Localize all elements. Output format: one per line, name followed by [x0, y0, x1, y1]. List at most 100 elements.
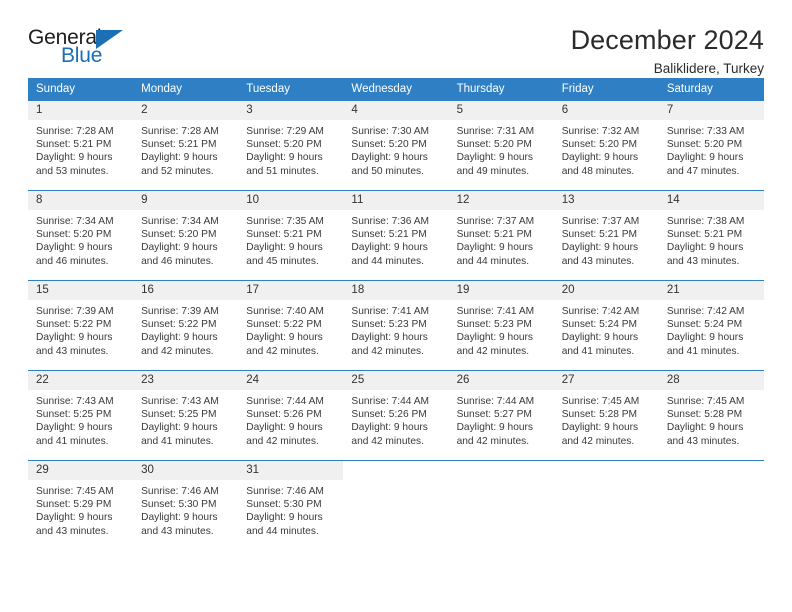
- weekday-header-wednesday: Wednesday: [343, 78, 449, 101]
- calendar-week-row: 22 Sunrise: 7:43 AM Sunset: 5:25 PM Dayligh…: [28, 370, 764, 461]
- day-details: Sunrise: 7:37 AM Sunset: 5:21 PM Daylight:…: [449, 210, 554, 268]
- daylight-line1-text: Daylight: 9 hours: [141, 512, 218, 524]
- daylight-line2-text: and 43 minutes.: [141, 525, 214, 537]
- daylight-line1-text: Daylight: 9 hours: [141, 332, 218, 344]
- calendar-day-cell[interactable]: 31 Sunrise: 7:46 AM Sunset: 5:30 PM Dayligh…: [238, 460, 344, 551]
- sunset-text: Sunset: 5:21 PM: [666, 229, 743, 241]
- weekday-header-monday: Monday: [133, 78, 239, 101]
- daylight-line1-text: Daylight: 9 hours: [666, 332, 744, 344]
- sunrise-text: Sunrise: 7:46 AM: [141, 486, 219, 497]
- daylight-line2-text: and 45 minutes.: [246, 255, 319, 267]
- calendar-day-cell[interactable]: 20 Sunrise: 7:42 AM Sunset: 5:24 PM Dayligh…: [553, 280, 659, 371]
- page-header: General Blue December 2024 Baliklidere, …: [28, 0, 764, 75]
- sunrise-text: Sunrise: 7:39 AM: [141, 306, 219, 317]
- calendar-day-cell[interactable]: 9 Sunrise: 7:34 AM Sunset: 5:20 PM Daylight…: [133, 190, 239, 281]
- calendar-day-cell[interactable]: 22 Sunrise: 7:43 AM Sunset: 5:25 PM Dayligh…: [28, 370, 134, 461]
- sunset-text: Sunset: 5:27 PM: [456, 409, 532, 421]
- daylight-line2-text: and 42 minutes.: [561, 435, 635, 447]
- sunrise-text: Sunrise: 7:30 AM: [351, 126, 430, 137]
- sunrise-text: Sunrise: 7:42 AM: [666, 306, 745, 317]
- daylight-line1-text: Daylight: 9 hours: [246, 422, 323, 434]
- day-number: 21: [658, 281, 764, 300]
- page-title: December 2024: [570, 25, 764, 55]
- day-details: Sunrise: 7:41 AM Sunset: 5:23 PM Daylight:…: [343, 300, 448, 358]
- calendar-day-cell[interactable]: 30 Sunrise: 7:46 AM Sunset: 5:30 PM Dayligh…: [133, 460, 239, 551]
- calendar-day-cell[interactable]: 14 Sunrise: 7:38 AM Sunset: 5:21 PM Dayligh…: [658, 190, 764, 281]
- daylight-line1-text: Daylight: 9 hours: [246, 512, 323, 524]
- calendar-day-cell[interactable]: 2 Sunrise: 7:28 AM Sunset: 5:21 PM Daylight…: [133, 100, 239, 191]
- daylight-line2-text: and 48 minutes.: [561, 165, 635, 177]
- calendar-day-cell[interactable]: 4 Sunrise: 7:30 AM Sunset: 5:20 PM Daylight…: [343, 100, 449, 191]
- sunset-text: Sunset: 5:28 PM: [561, 409, 638, 421]
- day-details: Sunrise: 7:30 AM Sunset: 5:20 PM Daylight:…: [343, 120, 448, 178]
- sunset-text: Sunset: 5:21 PM: [351, 229, 427, 241]
- day-number: [448, 461, 554, 480]
- calendar-day-cell[interactable]: 19 Sunrise: 7:41 AM Sunset: 5:23 PM Dayligh…: [448, 280, 554, 371]
- sunset-text: Sunset: 5:23 PM: [456, 319, 532, 331]
- calendar-day-cell[interactable]: 16 Sunrise: 7:39 AM Sunset: 5:22 PM Dayligh…: [133, 280, 239, 371]
- title-block: December 2024 Baliklidere, Turkey: [570, 25, 764, 77]
- daylight-line2-text: and 42 minutes.: [351, 435, 424, 447]
- calendar-day-cell[interactable]: 3 Sunrise: 7:29 AM Sunset: 5:20 PM Daylight…: [238, 100, 344, 191]
- daylight-line1-text: Daylight: 9 hours: [351, 242, 428, 254]
- day-number: 29: [28, 461, 134, 480]
- sunrise-sunset-calendar: Sunday Monday Tuesday Wednesday Thursday…: [28, 78, 764, 551]
- day-details: Sunrise: 7:39 AM Sunset: 5:22 PM Daylight:…: [28, 300, 133, 358]
- calendar-day-cell[interactable]: 17 Sunrise: 7:40 AM Sunset: 5:22 PM Dayligh…: [238, 280, 344, 371]
- daylight-line2-text: and 43 minutes.: [36, 525, 109, 537]
- calendar-day-cell[interactable]: 18 Sunrise: 7:41 AM Sunset: 5:23 PM Dayligh…: [343, 280, 449, 371]
- calendar-day-cell[interactable]: 7 Sunrise: 7:33 AM Sunset: 5:20 PM Daylight…: [658, 100, 764, 191]
- daylight-line2-text: and 44 minutes.: [246, 525, 319, 537]
- calendar-day-cell[interactable]: 13 Sunrise: 7:37 AM Sunset: 5:21 PM Dayligh…: [553, 190, 659, 281]
- daylight-line2-text: and 44 minutes.: [351, 255, 424, 267]
- calendar-day-cell[interactable]: 28 Sunrise: 7:45 AM Sunset: 5:28 PM Dayligh…: [658, 370, 764, 461]
- weekday-header-row: Sunday Monday Tuesday Wednesday Thursday…: [28, 78, 764, 101]
- calendar-day-cell[interactable]: 1 Sunrise: 7:28 AM Sunset: 5:21 PM Daylight…: [28, 100, 134, 191]
- daylight-line2-text: and 41 minutes.: [561, 345, 635, 357]
- day-number: 24: [238, 371, 344, 390]
- calendar-day-cell[interactable]: 26 Sunrise: 7:44 AM Sunset: 5:27 PM Dayligh…: [448, 370, 554, 461]
- calendar-day-cell[interactable]: 23 Sunrise: 7:43 AM Sunset: 5:25 PM Dayligh…: [133, 370, 239, 461]
- calendar-day-cell[interactable]: 10 Sunrise: 7:35 AM Sunset: 5:21 PM Dayligh…: [238, 190, 344, 281]
- day-number: 27: [553, 371, 659, 390]
- sunrise-text: Sunrise: 7:44 AM: [246, 396, 324, 407]
- calendar-day-cell[interactable]: 27 Sunrise: 7:45 AM Sunset: 5:28 PM Dayligh…: [553, 370, 659, 461]
- day-details: Sunrise: 7:38 AM Sunset: 5:21 PM Daylight:…: [659, 210, 764, 268]
- daylight-line1-text: Daylight: 9 hours: [141, 152, 218, 164]
- calendar-day-cell[interactable]: 5 Sunrise: 7:31 AM Sunset: 5:20 PM Daylight…: [448, 100, 554, 191]
- daylight-line1-text: Daylight: 9 hours: [246, 242, 323, 254]
- sunrise-text: Sunrise: 7:34 AM: [36, 216, 114, 227]
- calendar-day-cell[interactable]: 21 Sunrise: 7:42 AM Sunset: 5:24 PM Dayligh…: [658, 280, 764, 371]
- daylight-line2-text: and 52 minutes.: [141, 165, 214, 177]
- day-number: 19: [448, 281, 554, 300]
- daylight-line2-text: and 41 minutes.: [141, 435, 214, 447]
- weekday-header-saturday: Saturday: [658, 78, 764, 101]
- calendar-day-cell[interactable]: 24 Sunrise: 7:44 AM Sunset: 5:26 PM Dayligh…: [238, 370, 344, 461]
- sunrise-text: Sunrise: 7:29 AM: [246, 126, 324, 137]
- daylight-line1-text: Daylight: 9 hours: [456, 422, 534, 434]
- calendar-day-cell[interactable]: 12 Sunrise: 7:37 AM Sunset: 5:21 PM Dayligh…: [448, 190, 554, 281]
- daylight-line2-text: and 49 minutes.: [456, 165, 530, 177]
- sunrise-text: Sunrise: 7:28 AM: [36, 126, 114, 137]
- daylight-line2-text: and 41 minutes.: [666, 345, 740, 357]
- calendar-day-cell[interactable]: 11 Sunrise: 7:36 AM Sunset: 5:21 PM Dayligh…: [343, 190, 449, 281]
- daylight-line1-text: Daylight: 9 hours: [36, 242, 113, 254]
- calendar-day-cell[interactable]: 15 Sunrise: 7:39 AM Sunset: 5:22 PM Dayligh…: [28, 280, 134, 371]
- day-number: 6: [553, 101, 659, 120]
- day-number: 22: [28, 371, 134, 390]
- daylight-line2-text: and 43 minutes.: [666, 435, 740, 447]
- day-details: Sunrise: 7:40 AM Sunset: 5:22 PM Daylight:…: [238, 300, 343, 358]
- calendar-day-cell[interactable]: 25 Sunrise: 7:44 AM Sunset: 5:26 PM Dayligh…: [343, 370, 449, 461]
- calendar-day-cell[interactable]: 8 Sunrise: 7:34 AM Sunset: 5:20 PM Daylight…: [28, 190, 134, 281]
- calendar-day-cell[interactable]: 6 Sunrise: 7:32 AM Sunset: 5:20 PM Daylight…: [553, 100, 659, 191]
- day-number: 4: [343, 101, 449, 120]
- sunrise-text: Sunrise: 7:40 AM: [246, 306, 324, 317]
- day-details: Sunrise: 7:39 AM Sunset: 5:22 PM Daylight:…: [133, 300, 238, 358]
- calendar-day-cell[interactable]: 29 Sunrise: 7:45 AM Sunset: 5:29 PM Dayligh…: [28, 460, 134, 551]
- daylight-line1-text: Daylight: 9 hours: [36, 152, 113, 164]
- day-number: 28: [658, 371, 764, 390]
- day-details: Sunrise: 7:46 AM Sunset: 5:30 PM Daylight:…: [238, 480, 343, 538]
- day-number: [343, 461, 449, 480]
- sunset-text: Sunset: 5:21 PM: [561, 229, 638, 241]
- sunrise-text: Sunrise: 7:43 AM: [36, 396, 114, 407]
